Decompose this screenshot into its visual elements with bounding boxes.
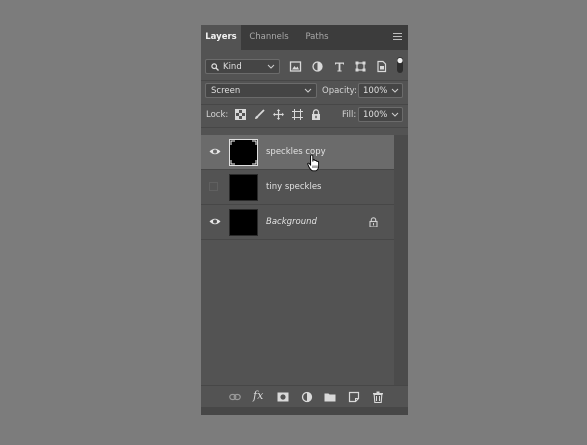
fill-value: 100% [363,110,388,120]
opacity-label: Opacity: [322,86,357,96]
layer-row-tiny-speckles[interactable]: tiny speckles [201,170,394,205]
fx-icon[interactable]: fx [253,389,263,403]
panel-bottom-edge [201,407,408,415]
add-mask-icon[interactable] [277,391,289,403]
tab-channels[interactable]: Channels [245,25,293,50]
new-layer-icon[interactable] [348,391,360,403]
lock-position-icon[interactable] [273,109,284,120]
adjustment-filter-icon[interactable] [311,60,324,73]
opacity-field[interactable]: 100% [358,83,403,98]
chevron-down-icon [391,112,399,117]
blend-mode-value: Screen [211,86,241,96]
kind-filter-label: Kind [223,62,242,72]
lock-transparent-pixels-icon[interactable] [235,109,246,120]
layer-name[interactable]: tiny speckles [266,181,321,193]
tab-paths[interactable]: Paths [297,25,337,50]
layers-scrollbar[interactable] [394,135,408,385]
type-filter-icon[interactable] [333,60,346,73]
lock-label: Lock: [206,110,229,120]
filter-toggle-icon[interactable] [396,56,404,74]
tab-layers[interactable]: Layers [201,25,241,50]
layer-row-background[interactable]: Background [201,205,394,240]
shape-filter-icon[interactable] [354,60,367,73]
eye-icon[interactable] [209,217,221,226]
layer-row-speckles-copy[interactable]: speckles copy [201,135,394,170]
layer-thumbnail[interactable] [229,209,258,236]
lock-all-icon[interactable] [311,109,321,120]
fill-field[interactable]: 100% [358,107,403,122]
kind-filter-select[interactable]: Kind [205,59,280,74]
hand-cursor-icon [307,154,320,172]
lock-image-pixels-icon[interactable] [254,109,265,120]
adjustment-layer-icon[interactable] [301,391,313,403]
smart-object-filter-icon[interactable] [375,60,388,73]
panel-tab-bar: Layers Channels Paths [201,25,408,50]
layer-thumbnail[interactable] [229,139,258,166]
blend-mode-select[interactable]: Screen [205,83,317,98]
chevron-down-icon [267,64,275,69]
fill-label: Fill: [342,110,357,120]
link-layers-icon[interactable] [229,391,241,403]
chevron-down-icon [391,88,399,93]
panel-footer: fx [201,385,408,408]
layer-name[interactable]: Background [266,216,317,228]
lock-icon [369,217,378,227]
layer-thumbnail[interactable] [229,174,258,201]
pixel-filter-icon[interactable] [289,60,302,73]
opacity-value: 100% [363,86,388,96]
new-group-icon[interactable] [324,391,336,403]
eye-icon[interactable] [209,147,221,156]
delete-icon[interactable] [372,391,384,403]
selection-corners-icon [230,140,257,165]
layers-panel: Layers Channels Paths Kind Screen Opacit… [201,25,408,415]
visibility-toggle[interactable] [209,182,218,191]
lock-artboard-icon[interactable] [292,109,303,120]
hamburger-menu-icon[interactable] [393,33,402,41]
chevron-down-icon [304,88,312,93]
search-icon [211,63,219,71]
